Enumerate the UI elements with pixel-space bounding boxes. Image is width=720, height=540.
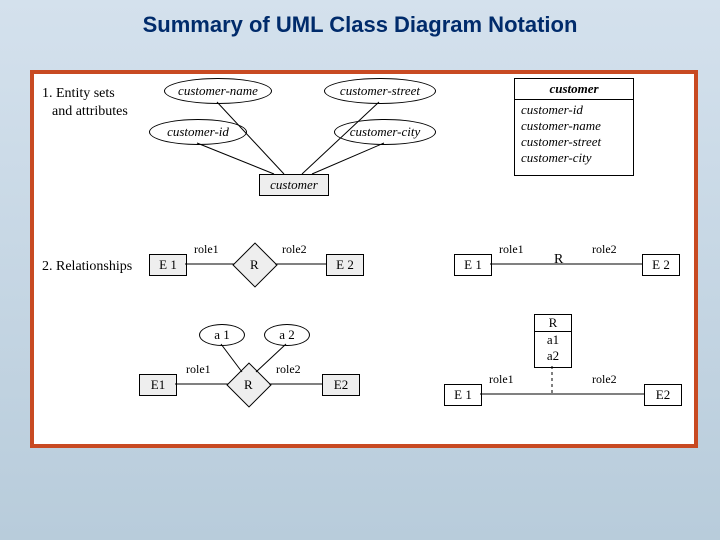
diagram-frame: 1. Entity sets and attributes customer-n… [30, 70, 698, 448]
uml2b-lines [34, 74, 694, 444]
page-title: Summary of UML Class Diagram Notation [0, 0, 720, 46]
